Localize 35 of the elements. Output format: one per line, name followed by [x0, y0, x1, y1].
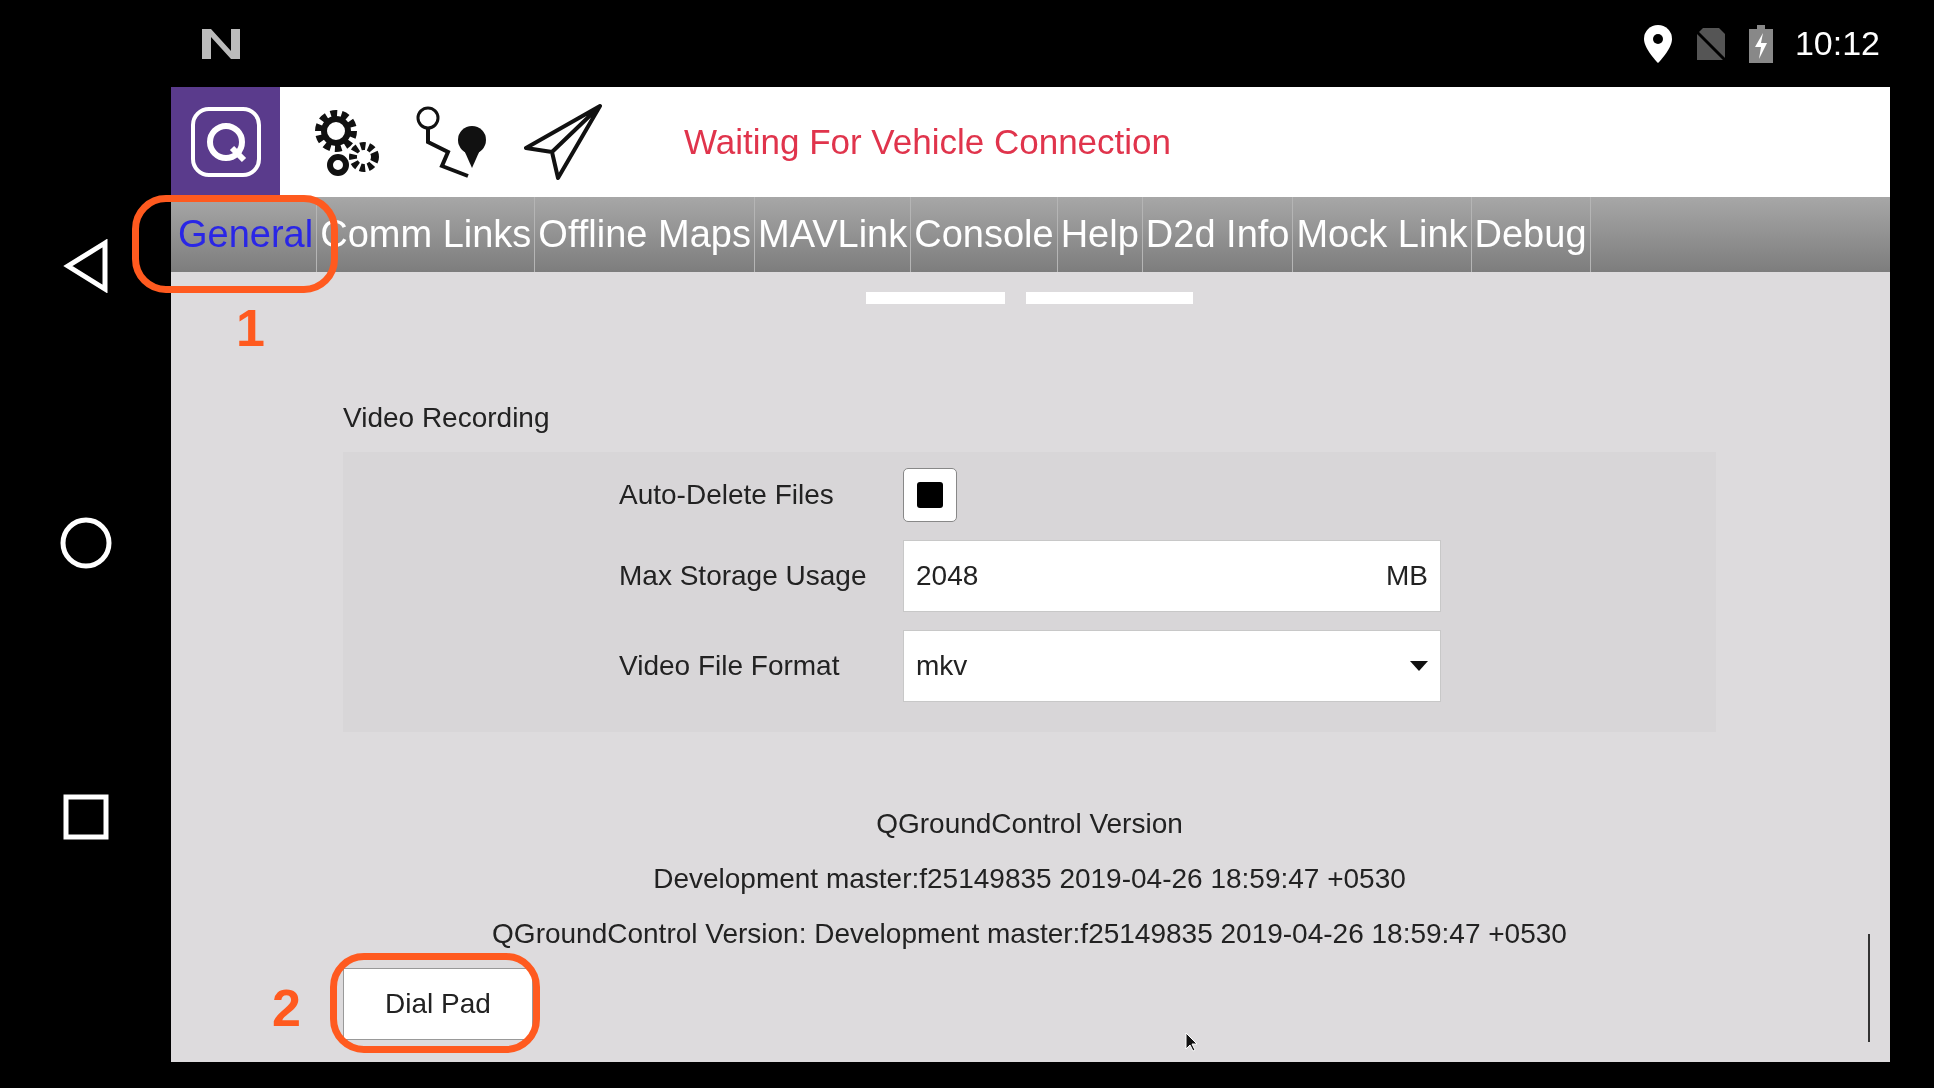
dropdown[interactable]: mkv [903, 630, 1441, 702]
home-icon[interactable] [59, 517, 112, 570]
tab[interactable]: D2d Info [1142, 197, 1294, 272]
field-label: Auto-Delete Files [619, 479, 835, 511]
clock: 10:12 [1794, 24, 1880, 63]
annotation-number: 2 [272, 978, 301, 1038]
app-logo-button[interactable] [171, 87, 280, 197]
back-icon[interactable] [62, 239, 109, 294]
tab[interactable]: Help [1057, 197, 1143, 272]
field-label: Video File Format [619, 650, 841, 682]
input-field[interactable]: 2048 MB [903, 540, 1441, 612]
checkbox[interactable] [903, 468, 957, 522]
n-logo-icon [200, 26, 242, 61]
tab[interactable]: Mock Link [1293, 197, 1472, 272]
dial-pad-button[interactable]: Dial Pad [343, 968, 533, 1040]
tab[interactable]: Offline Maps [535, 197, 755, 272]
battery-charging-icon [1748, 24, 1773, 63]
field-label: Max Storage Usage [619, 560, 868, 592]
tab[interactable]: General [175, 197, 318, 272]
version-text: Development master:f25149835 2019-04-26 18:59:47 +0530 [653, 863, 1406, 895]
version-text: QGroundControl Version: Development master:f25149835 2019-04-26 18:59:47 +0530 [492, 918, 1567, 950]
annotation-number: 1 [236, 298, 265, 358]
recents-icon[interactable] [62, 793, 109, 840]
caret-icon [1410, 661, 1428, 671]
no-sim-icon [1694, 25, 1727, 62]
tab[interactable]: MAVLink [755, 197, 912, 272]
connection-status: Waiting For Vehicle Connection [684, 122, 1171, 162]
tab[interactable]: Console [911, 197, 1058, 272]
version-heading: QGroundControl Version [876, 808, 1183, 840]
location-icon [1642, 24, 1673, 63]
section-title: Video Recording [343, 402, 551, 434]
paper-plane-icon[interactable] [524, 104, 604, 180]
q-logo-icon [189, 106, 262, 178]
tab[interactable]: Debug [1471, 197, 1591, 272]
mouse-cursor-icon [1185, 1032, 1199, 1052]
